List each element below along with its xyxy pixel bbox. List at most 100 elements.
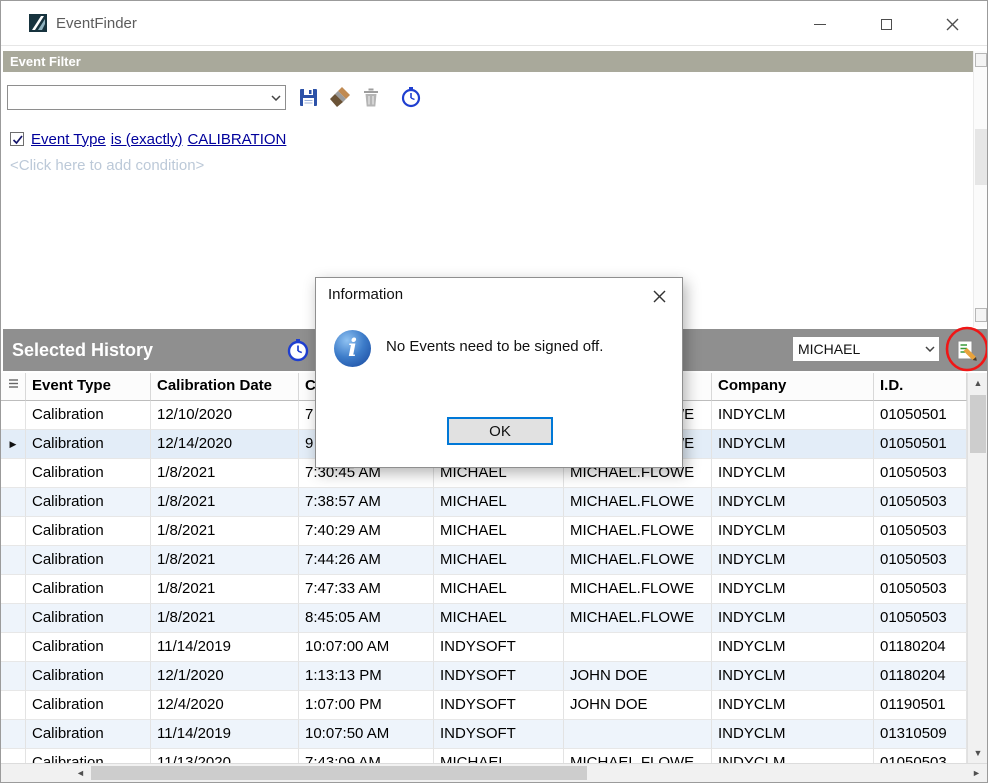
- grid-cell[interactable]: INDYCLM: [712, 546, 874, 575]
- grid-cell[interactable]: 01050503: [874, 749, 967, 763]
- grid-cell[interactable]: MICHAEL: [434, 604, 564, 633]
- column-header[interactable]: Company: [712, 373, 874, 401]
- grid-cell[interactable]: Calibration: [26, 430, 151, 459]
- filter-scroll-down-button[interactable]: [975, 308, 987, 322]
- grid-cell[interactable]: MICHAEL: [434, 546, 564, 575]
- column-header[interactable]: Calibration Date: [151, 373, 299, 401]
- grid-cell[interactable]: Calibration: [26, 575, 151, 604]
- column-header[interactable]: I.D.: [874, 373, 967, 401]
- table-row[interactable]: Calibration1/8/20217:40:29 AMMICHAELMICH…: [1, 517, 967, 546]
- grid-cell[interactable]: Calibration: [26, 749, 151, 763]
- grid-cell[interactable]: INDYCLM: [712, 749, 874, 763]
- condition-value-link[interactable]: CALIBRATION: [187, 131, 286, 148]
- grid-cell[interactable]: Calibration: [26, 546, 151, 575]
- scroll-right-arrow[interactable]: ►: [967, 764, 986, 782]
- grid-cell[interactable]: 8:45:05 AM: [299, 604, 434, 633]
- grid-cell[interactable]: INDYCLM: [712, 488, 874, 517]
- grid-vertical-scrollbar[interactable]: ▲ ▼: [967, 373, 987, 763]
- row-selector-header[interactable]: [1, 373, 26, 401]
- grid-cell[interactable]: [564, 720, 712, 749]
- grid-cell[interactable]: 12/14/2020: [151, 430, 299, 459]
- grid-cell[interactable]: 1/8/2021: [151, 546, 299, 575]
- close-button[interactable]: [932, 9, 972, 39]
- grid-cell[interactable]: MICHAEL.FLOWE: [564, 546, 712, 575]
- grid-cell[interactable]: MICHAEL.FLOWE: [564, 517, 712, 546]
- grid-cell[interactable]: MICHAEL.FLOWE: [564, 604, 712, 633]
- grid-cell[interactable]: INDYCLM: [712, 430, 874, 459]
- grid-cell[interactable]: 7:47:33 AM: [299, 575, 434, 604]
- grid-cell[interactable]: 1/8/2021: [151, 459, 299, 488]
- filter-scroll-thumb[interactable]: [975, 129, 987, 185]
- grid-cell[interactable]: 12/4/2020: [151, 691, 299, 720]
- grid-cell[interactable]: 7:40:29 AM: [299, 517, 434, 546]
- grid-cell[interactable]: 11/14/2019: [151, 633, 299, 662]
- grid-cell[interactable]: INDYCLM: [712, 575, 874, 604]
- grid-cell[interactable]: INDYCLM: [712, 604, 874, 633]
- clear-filter-button[interactable]: [328, 85, 352, 109]
- grid-cell[interactable]: MICHAEL.FLOWE: [564, 749, 712, 763]
- grid-cell[interactable]: 1:13:13 PM: [299, 662, 434, 691]
- grid-cell[interactable]: INDYCLM: [712, 459, 874, 488]
- grid-cell[interactable]: 10:07:50 AM: [299, 720, 434, 749]
- grid-cell[interactable]: 11/14/2019: [151, 720, 299, 749]
- column-header[interactable]: Event Type: [26, 373, 151, 401]
- condition-operator-link[interactable]: is (exactly): [111, 131, 183, 148]
- add-condition-hint[interactable]: <Click here to add condition>: [10, 157, 204, 174]
- grid-cell[interactable]: 01050501: [874, 430, 967, 459]
- save-filter-button[interactable]: [296, 85, 320, 109]
- table-row[interactable]: Calibration1/8/20217:38:57 AMMICHAELMICH…: [1, 488, 967, 517]
- ok-button[interactable]: OK: [447, 417, 553, 445]
- grid-cell[interactable]: 12/1/2020: [151, 662, 299, 691]
- table-row[interactable]: Calibration1/8/20217:47:33 AMMICHAELMICH…: [1, 575, 967, 604]
- grid-cell[interactable]: INDYCLM: [712, 633, 874, 662]
- dialog-close-button[interactable]: [648, 285, 670, 307]
- table-row[interactable]: Calibration12/1/20201:13:13 PMINDYSOFTJO…: [1, 662, 967, 691]
- grid-cell[interactable]: 01050503: [874, 459, 967, 488]
- grid-cell[interactable]: 01050501: [874, 401, 967, 430]
- grid-cell[interactable]: 1/8/2021: [151, 517, 299, 546]
- grid-cell[interactable]: 1:07:00 PM: [299, 691, 434, 720]
- grid-cell[interactable]: 01180204: [874, 633, 967, 662]
- grid-cell[interactable]: 7:38:57 AM: [299, 488, 434, 517]
- grid-cell[interactable]: 7:44:26 AM: [299, 546, 434, 575]
- grid-cell[interactable]: 7:43:09 AM: [299, 749, 434, 763]
- grid-cell[interactable]: 01050503: [874, 575, 967, 604]
- grid-cell[interactable]: 12/10/2020: [151, 401, 299, 430]
- horizontal-scroll-thumb[interactable]: [91, 766, 587, 780]
- grid-cell[interactable]: MICHAEL: [434, 488, 564, 517]
- grid-cell[interactable]: MICHAEL.FLOWE: [564, 575, 712, 604]
- grid-cell[interactable]: MICHAEL.FLOWE: [564, 488, 712, 517]
- grid-cell[interactable]: INDYSOFT: [434, 691, 564, 720]
- maximize-button[interactable]: [866, 9, 906, 39]
- table-row[interactable]: Calibration1/8/20218:45:05 AMMICHAELMICH…: [1, 604, 967, 633]
- grid-cell[interactable]: JOHN DOE: [564, 691, 712, 720]
- grid-cell[interactable]: MICHAEL: [434, 749, 564, 763]
- grid-cell[interactable]: Calibration: [26, 517, 151, 546]
- grid-cell[interactable]: MICHAEL: [434, 517, 564, 546]
- grid-cell[interactable]: Calibration: [26, 662, 151, 691]
- grid-cell[interactable]: 01190501: [874, 691, 967, 720]
- grid-cell[interactable]: 11/13/2020: [151, 749, 299, 763]
- grid-cell[interactable]: INDYCLM: [712, 401, 874, 430]
- grid-cell[interactable]: Calibration: [26, 633, 151, 662]
- grid-cell[interactable]: INDYSOFT: [434, 662, 564, 691]
- grid-cell[interactable]: INDYSOFT: [434, 720, 564, 749]
- grid-cell[interactable]: 1/8/2021: [151, 575, 299, 604]
- grid-cell[interactable]: Calibration: [26, 691, 151, 720]
- sign-off-button[interactable]: [953, 337, 979, 363]
- condition-field-link[interactable]: Event Type: [31, 131, 106, 148]
- grid-cell[interactable]: Calibration: [26, 401, 151, 430]
- filter-preset-combo[interactable]: [7, 85, 286, 110]
- minimize-button[interactable]: [800, 9, 840, 39]
- delete-filter-button[interactable]: [359, 85, 383, 109]
- table-row[interactable]: Calibration12/4/20201:07:00 PMINDYSOFTJO…: [1, 691, 967, 720]
- vertical-scroll-thumb[interactable]: [970, 395, 986, 453]
- grid-horizontal-scrollbar[interactable]: ◄ ►: [1, 763, 987, 782]
- grid-cell[interactable]: Calibration: [26, 459, 151, 488]
- table-row[interactable]: Calibration1/8/20217:44:26 AMMICHAELMICH…: [1, 546, 967, 575]
- filter-panel-scrollbar[interactable]: [973, 51, 987, 327]
- table-row[interactable]: Calibration11/13/20207:43:09 AMMICHAELMI…: [1, 749, 967, 763]
- grid-cell[interactable]: INDYCLM: [712, 517, 874, 546]
- grid-cell[interactable]: 1/8/2021: [151, 488, 299, 517]
- grid-cell[interactable]: [564, 633, 712, 662]
